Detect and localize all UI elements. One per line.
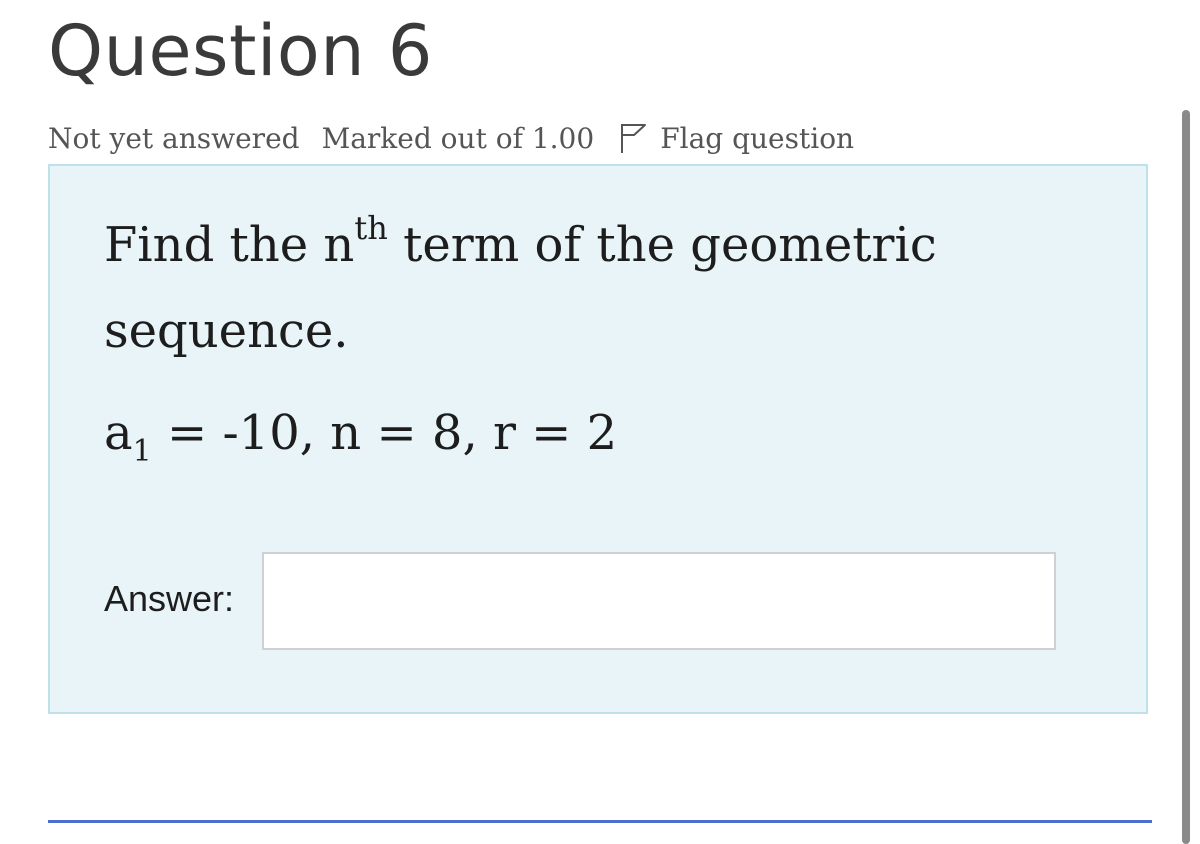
quiz-page: Question 6 Not yet answered Marked out o…	[0, 0, 1200, 844]
section-divider	[48, 820, 1152, 823]
question-info: Not yet answered Marked out of 1.00 Flag…	[48, 118, 854, 158]
question-text-superscript: th	[354, 209, 388, 247]
answer-input[interactable]	[262, 552, 1056, 650]
formula-values: = -10, n = 8, r = 2	[151, 405, 618, 461]
flag-question-label: Flag question	[660, 121, 855, 155]
question-formula: a1 = -10, n = 8, r = 2	[104, 398, 617, 468]
page-scrollbar[interactable]	[1182, 110, 1190, 844]
question-title: Question 6	[48, 10, 433, 92]
formula-subscript: 1	[132, 434, 152, 469]
flag-icon	[618, 121, 650, 155]
question-text-start: Find the n	[104, 217, 355, 273]
answer-status: Not yet answered	[48, 121, 300, 155]
question-text: Find the nth term of the geometric seque…	[104, 202, 1064, 374]
formula-variable: a	[104, 405, 133, 461]
question-content-box: Find the nth term of the geometric seque…	[48, 164, 1148, 714]
answer-label: Answer:	[104, 578, 235, 619]
marks-info: Marked out of 1.00	[321, 121, 595, 155]
flag-question-button[interactable]: Flag question	[618, 121, 854, 155]
